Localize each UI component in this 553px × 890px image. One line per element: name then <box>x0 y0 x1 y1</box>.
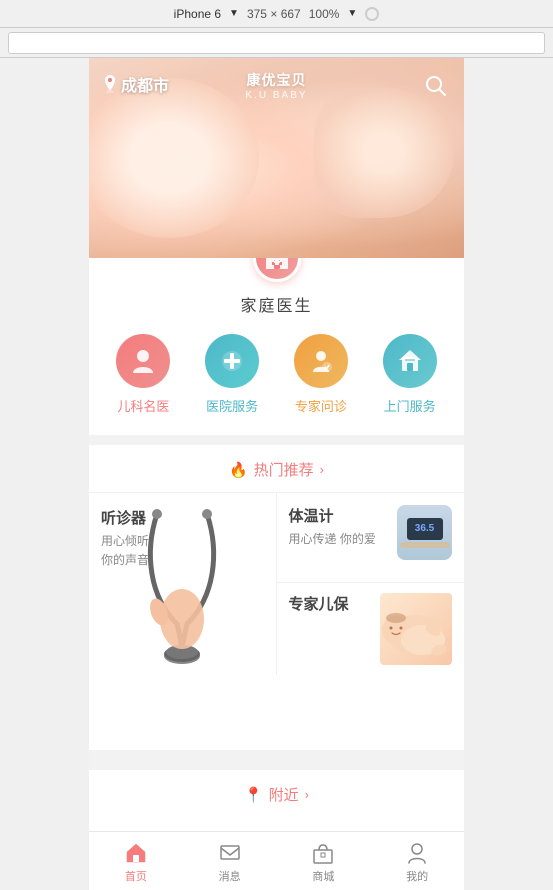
shop-nav-label: 商城 <box>312 868 334 884</box>
home-nav-icon <box>123 840 149 866</box>
baby-image <box>380 593 452 665</box>
nav-item-message[interactable]: 消息 <box>183 832 277 890</box>
medical-icon-hospital[interactable]: 医院服务 <box>205 334 259 415</box>
message-nav-label: 消息 <box>219 868 241 884</box>
search-icon <box>425 75 447 97</box>
profile-nav-icon <box>404 840 430 866</box>
home-nav-label: 首页 <box>125 868 147 884</box>
location-pin-icon <box>103 75 117 93</box>
search-button[interactable] <box>422 72 450 100</box>
thermometer-desc: 用心传递 你的爱 <box>289 530 376 549</box>
section-separator-2 <box>89 750 464 760</box>
recommend-section: 🔥 热门推荐 › <box>89 445 464 750</box>
nearby-section: 📍 附近 › <box>89 770 464 831</box>
chevron-right-icon[interactable]: › <box>320 462 324 477</box>
profile-nav-label: 我的 <box>406 868 428 884</box>
hospital-icon-circle <box>205 334 259 388</box>
hero-overlay-right <box>314 88 454 218</box>
location-text: 成都市 <box>121 72 169 96</box>
right-items: 体温计 用心传递 你的爱 36.5 专家儿保 <box>277 493 465 675</box>
url-bar-area <box>0 28 553 58</box>
stethoscope-illustration <box>127 504 237 664</box>
medical-icons-row: 儿科名医 医院服务 <box>89 334 464 415</box>
recommend-grid: 体温计 用心传递 你的爱 36.5 专家儿保 <box>89 492 464 675</box>
medical-title: 家庭医生 <box>89 292 464 316</box>
home-icon <box>124 841 148 865</box>
zoom-level: 100% <box>309 7 340 21</box>
thermometer-text: 体温计 用心传递 你的爱 <box>289 505 376 549</box>
hospital-label: 医院服务 <box>206 396 258 415</box>
pediatrician-label: 儿科名医 <box>117 396 169 415</box>
hospital-icon <box>218 347 246 375</box>
nav-item-shop[interactable]: 商城 <box>277 832 371 890</box>
medical-icon-expert[interactable]: 专家问诊 <box>294 334 348 415</box>
thermometer-item[interactable]: 体温计 用心传递 你的爱 36.5 <box>277 493 465 583</box>
pediatrician-icon-circle <box>116 334 170 388</box>
browser-frame: iPhone 6 ▼ 375 × 667 100% ▼ <box>0 0 553 890</box>
expert-icon <box>307 347 335 375</box>
phone-content: 成都市 康优宝贝 K.U BABY <box>89 58 464 890</box>
nearby-pin-icon: 📍 <box>244 786 263 804</box>
fire-icon: 🔥 <box>229 461 248 479</box>
hero-banner: 成都市 康优宝贝 K.U BABY <box>89 58 464 258</box>
device-label: iPhone 6 <box>174 7 221 21</box>
nav-item-profile[interactable]: 我的 <box>370 832 464 890</box>
nearby-header: 📍 附近 › <box>89 784 464 805</box>
message-icon <box>218 841 242 865</box>
nearby-title: 附近 <box>269 784 299 805</box>
section-separator-1 <box>89 435 464 445</box>
logo-main-text: 康优宝贝 <box>245 70 307 90</box>
expert-icon-circle <box>294 334 348 388</box>
message-nav-icon <box>217 840 243 866</box>
medical-section: 家庭医生 儿科名医 <box>89 234 464 435</box>
expert-child-title: 专家儿保 <box>289 593 349 614</box>
nav-item-home[interactable]: 首页 <box>89 832 183 890</box>
recommend-header: 🔥 热门推荐 › <box>89 459 464 480</box>
shop-icon <box>311 841 335 865</box>
expert-child-text: 专家儿保 <box>289 593 349 614</box>
expert-child-item[interactable]: 专家儿保 <box>277 583 465 675</box>
browser-topbar: iPhone 6 ▼ 375 × 667 100% ▼ <box>0 0 553 28</box>
home-service-icon <box>396 347 424 375</box>
medical-icon-home-service[interactable]: 上门服务 <box>383 334 437 415</box>
thermometer-image: 36.5 <box>397 505 452 560</box>
dropdown-arrow[interactable]: ▼ <box>229 8 239 19</box>
thermo-screen: 36.5 <box>407 518 443 540</box>
profile-icon <box>405 841 429 865</box>
hero-location[interactable]: 成都市 <box>103 72 169 96</box>
dimensions: 375 × 667 <box>247 7 301 21</box>
logo-sub-text: K.U BABY <box>245 90 307 101</box>
nearby-chevron-icon[interactable]: › <box>305 787 309 802</box>
baby-illustration <box>381 600 451 665</box>
thermo-strap <box>400 542 450 548</box>
shop-nav-icon <box>310 840 336 866</box>
home-service-label: 上门服务 <box>384 396 436 415</box>
hero-logo: 康优宝贝 K.U BABY <box>245 70 307 101</box>
home-service-icon-circle <box>383 334 437 388</box>
no-entry-icon <box>365 7 379 21</box>
thermometer-title: 体温计 <box>289 505 376 526</box>
recommend-title: 热门推荐 <box>254 459 314 480</box>
doctor-icon <box>129 347 157 375</box>
url-tab[interactable] <box>8 32 545 54</box>
expert-label: 专家问诊 <box>295 396 347 415</box>
medical-icon-pediatrician[interactable]: 儿科名医 <box>116 334 170 415</box>
bottom-nav: 首页 消息 商城 <box>89 831 464 890</box>
zoom-arrow[interactable]: ▼ <box>347 8 357 19</box>
stethoscope-item[interactable] <box>89 493 277 675</box>
